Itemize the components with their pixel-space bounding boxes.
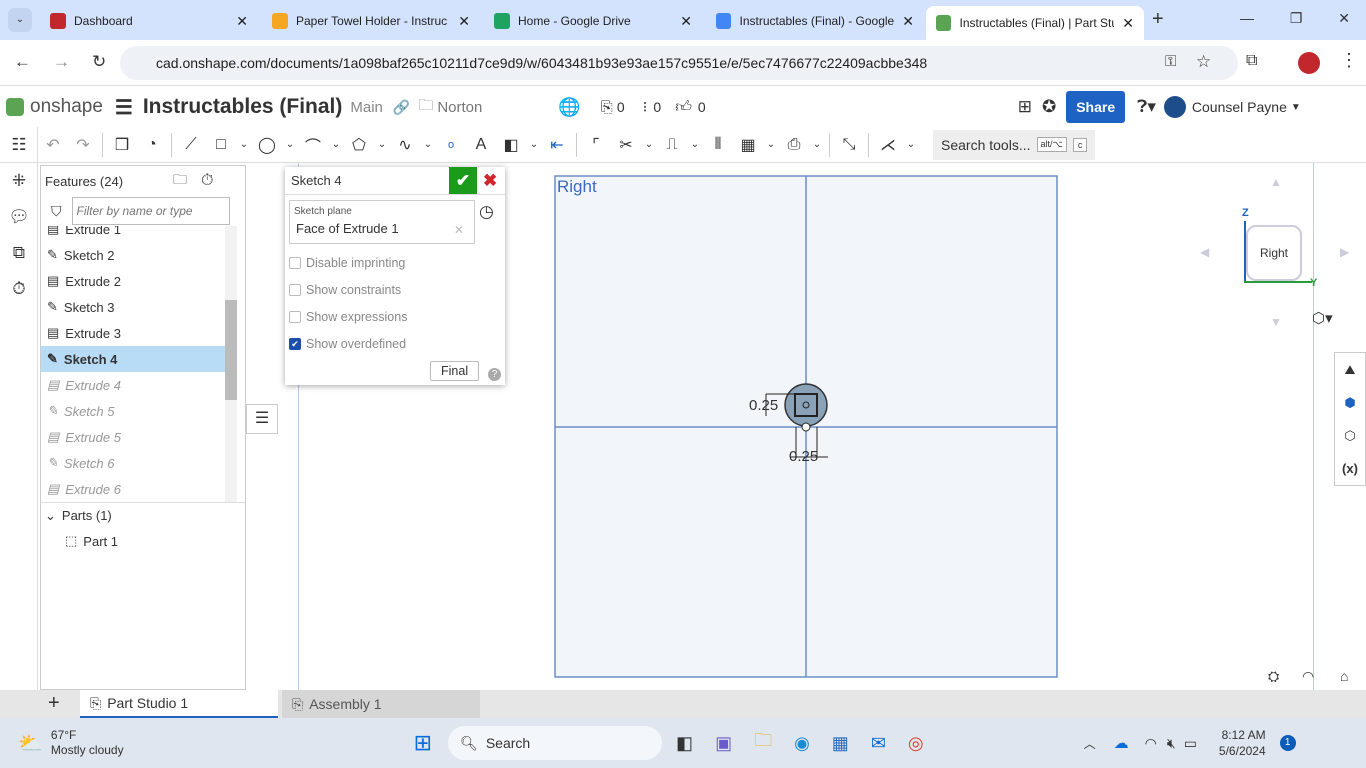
disable-imprinting-checkbox[interactable]: Disable imprinting [285, 249, 505, 276]
weather-cloud-icon[interactable]: ⛅ [18, 731, 43, 756]
part-studio-icon: ⎘ [90, 694, 102, 711]
chrome-icon[interactable]: ◎ [908, 733, 924, 754]
show-expressions-checkbox[interactable]: Show expressions [285, 303, 505, 330]
help-icon[interactable]: ? [488, 368, 501, 381]
notification-badge[interactable]: 1 [1279, 735, 1296, 751]
dimension-label[interactable]: 0.25 [789, 448, 818, 465]
show-hidden-icons[interactable]: ︿ [1084, 735, 1096, 752]
dimension-label[interactable]: 0.25 [749, 397, 778, 414]
file-explorer-icon[interactable]: 🗀 [754, 728, 772, 758]
checkbox-label: Disable imprinting [306, 255, 406, 270]
sketch-circle [784, 383, 828, 427]
rotate-up-icon[interactable]: ▲ [1270, 175, 1282, 189]
view-cube[interactable]: ▲ ◀ ▶ ▼ Right Z Y ⬡▾ [1200, 175, 1360, 335]
sketch-plane-field[interactable]: Sketch plane Face of Extrude 1 ✕ [289, 200, 475, 244]
mass-properties-icon[interactable]: ⬢ [1335, 386, 1365, 419]
store-icon[interactable]: ▦ [832, 733, 849, 754]
wifi-icon[interactable]: ◠ [1145, 735, 1157, 752]
onedrive-icon[interactable]: ☁ [1114, 734, 1129, 752]
sketch-dialog-title[interactable]: Sketch 4 [291, 173, 342, 188]
right-panel-icons: ⛰ ⬢ ⬡ (x) [1334, 352, 1366, 486]
clock-icon[interactable]: ◷ [479, 202, 494, 222]
windows-taskbar: ⛅ 67°F Mostly cloudy ⊞ 🔍︎ Search ◧ ▣ 🗀 ◉ ▦… [0, 718, 1366, 768]
date: 5/6/2024 [1218, 744, 1266, 758]
sketch-plane-value: Face of Extrude 1 [296, 221, 399, 236]
y-axis-label: Y [1310, 277, 1318, 289]
z-axis-label: Z [1242, 207, 1249, 219]
taskbar-search[interactable]: 🔍︎ Search [448, 726, 663, 760]
viewport-canvas[interactable] [0, 0, 1366, 690]
view-options-icon[interactable]: ⬡▾ [1312, 309, 1333, 327]
weather-widget[interactable]: 67°F Mostly cloudy [51, 728, 124, 758]
sketch-plane-label: Sketch plane [294, 206, 352, 217]
section-view-icon[interactable]: ⛭ [1268, 668, 1279, 685]
rotate-down-icon[interactable]: ▼ [1270, 315, 1282, 329]
view-cube-face[interactable]: Right [1246, 225, 1302, 281]
edge-icon[interactable]: ◉ [794, 733, 810, 754]
show-overdefined-checkbox[interactable]: ✔ Show overdefined [285, 330, 505, 357]
measure-icon[interactable]: ⬡ [1335, 419, 1365, 452]
bottom-tab-bar: + ⎘ Part Studio 1 ⎘ Assembly 1 [0, 690, 1366, 718]
volume-muted-icon[interactable]: 🔇︎ [1167, 735, 1176, 752]
clock[interactable]: 8:12 AM 5/6/2024 [1219, 727, 1266, 759]
checkbox-label: Show overdefined [306, 336, 407, 351]
mail-icon[interactable]: ✉ [871, 733, 886, 754]
named-views-icon[interactable]: ◠ [1302, 668, 1314, 685]
variables-table-icon[interactable]: (x) [1335, 452, 1365, 485]
teams-icon[interactable]: ▣ [715, 733, 732, 754]
search-icon: 🔍︎ [460, 734, 478, 751]
rotate-left-icon[interactable]: ◀ [1200, 245, 1209, 259]
accept-checkmark-icon[interactable]: ✔ [449, 167, 477, 194]
render-mode-icon[interactable]: ⌂ [1340, 668, 1348, 684]
cancel-x-icon[interactable]: ✖ [483, 171, 497, 191]
final-button[interactable]: Final [430, 361, 480, 381]
checkbox-label: Show expressions [306, 309, 408, 324]
add-tab-button[interactable]: + [48, 692, 60, 715]
origin-point [801, 422, 811, 432]
tab-assembly-1[interactable]: ⎘ Assembly 1 [282, 690, 480, 718]
temperature: 67°F [50, 728, 77, 742]
tab-part-studio-1[interactable]: ⎘ Part Studio 1 [80, 690, 278, 718]
task-view-icon[interactable]: ◧ [676, 733, 693, 754]
plane-label: Right [557, 177, 597, 196]
time: 8:12 AM [1221, 728, 1266, 742]
checkbox-label: Show constraints [306, 282, 402, 297]
sketch-dialog: Sketch 4 ✔ ✖ Sketch plane Face of Extrud… [285, 167, 505, 385]
show-constraints-checkbox[interactable]: Show constraints [285, 276, 505, 303]
clear-selection-icon[interactable]: ✕ [454, 223, 464, 237]
search-label: Search [485, 735, 531, 751]
windows-start-icon[interactable]: ⊞ [414, 730, 432, 756]
appearance-icon[interactable]: ⛰ [1335, 353, 1365, 386]
weather-text: Mostly cloudy [50, 743, 124, 757]
battery-icon[interactable]: ▭ [1184, 735, 1197, 752]
assembly-icon: ⎘ [292, 695, 304, 712]
rotate-right-icon[interactable]: ▶ [1340, 245, 1349, 259]
tab-label: Assembly 1 [309, 696, 382, 712]
tab-label: Part Studio 1 [107, 695, 189, 711]
